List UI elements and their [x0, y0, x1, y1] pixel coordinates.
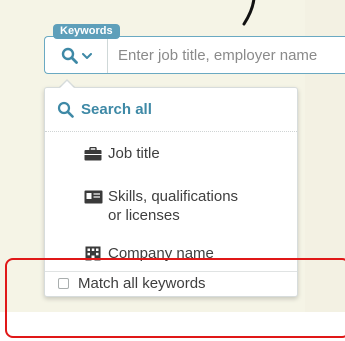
- menu-item-company-name[interactable]: Company name: [83, 244, 214, 263]
- keywords-tag: Keywords: [53, 24, 120, 39]
- menu-pointer-inner: [60, 81, 74, 88]
- menu-item-label: Company name: [108, 245, 214, 262]
- building-icon: [83, 246, 103, 261]
- briefcase-icon: [83, 146, 103, 161]
- menu-item-label: Job title: [108, 145, 160, 162]
- menu-item-label: Search all: [81, 101, 152, 118]
- menu-item-label-line1: Skills, qualifications: [108, 188, 239, 205]
- annotation-pen-stroke: [232, 0, 272, 28]
- menu-item-job-title[interactable]: Job title: [83, 144, 160, 163]
- id-card-icon: [83, 187, 103, 204]
- menu-item-search-all[interactable]: Search all: [57, 100, 152, 119]
- menu-item-skills[interactable]: Skills, qualifications or licenses: [83, 187, 238, 225]
- chevron-down-icon: [81, 51, 92, 60]
- match-all-checkbox[interactable]: [58, 277, 69, 289]
- search-icon: [61, 47, 78, 64]
- search-scope-toggle[interactable]: [45, 37, 108, 73]
- menu-item-label-line2: or licenses: [108, 207, 180, 224]
- match-all-label: Match all keywords: [78, 274, 206, 292]
- search-icon: [57, 101, 81, 118]
- keyword-search-input[interactable]: [108, 37, 345, 73]
- match-all-keywords-option[interactable]: Match all keywords: [58, 270, 206, 296]
- menu-item-label-block: Skills, qualifications or licenses: [108, 187, 238, 225]
- menu-divider: [45, 131, 297, 132]
